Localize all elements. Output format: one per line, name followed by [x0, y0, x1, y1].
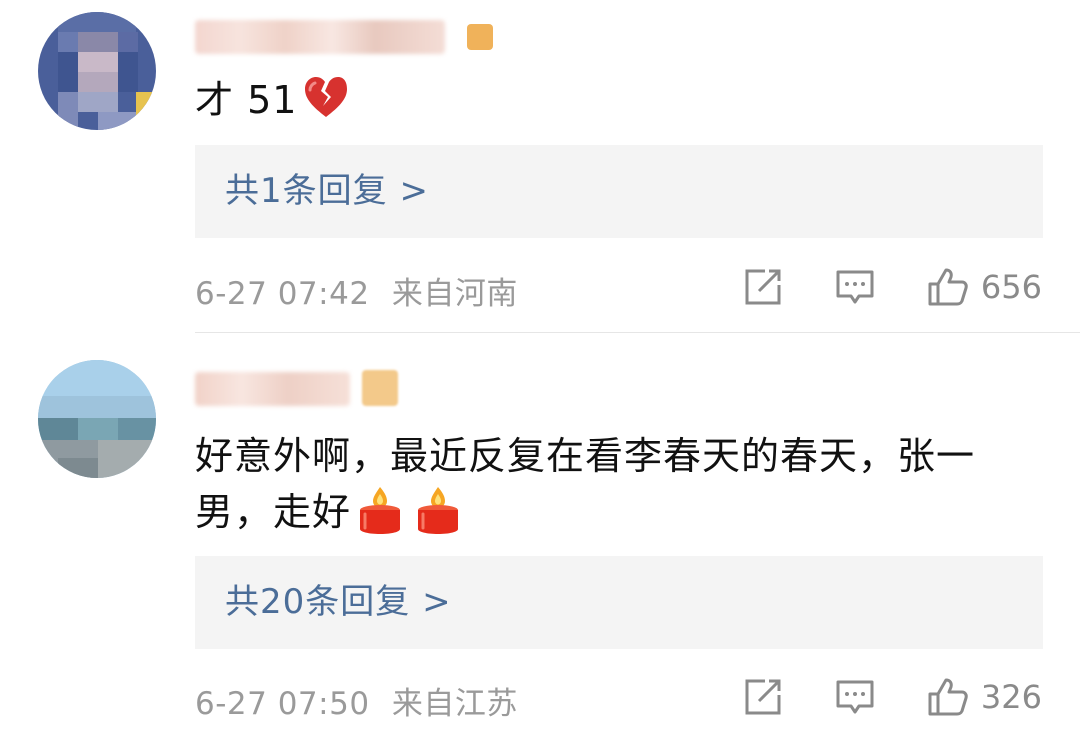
timestamp: 6-27 07:50: [195, 686, 370, 722]
thumbs-up-icon: [927, 267, 968, 307]
location: 来自河南: [391, 276, 518, 312]
like-button[interactable]: 656: [927, 267, 1042, 307]
vip-badge-icon: [467, 24, 493, 50]
vip-badge-icon: [362, 370, 398, 406]
comment-meta: 6-27 07:50 来自江苏: [195, 678, 518, 723]
reply-icon[interactable]: [835, 677, 875, 717]
comment-text: 才 51: [195, 72, 1045, 134]
avatar[interactable]: [38, 360, 156, 478]
view-replies-label: 共1条回复 >: [225, 171, 429, 211]
view-replies-label: 共20条回复 >: [225, 582, 452, 622]
username[interactable]: [195, 20, 445, 54]
candle-icon: [357, 485, 403, 550]
comment-meta: 6-27 07:42 来自河南: [195, 268, 518, 313]
thumbs-up-icon: [927, 677, 968, 717]
comment-actions: 326: [743, 677, 1042, 717]
location: 来自江苏: [391, 686, 518, 722]
reply-icon[interactable]: [835, 267, 875, 307]
username[interactable]: [195, 372, 350, 406]
candle-icon: [415, 485, 461, 550]
like-count: 656: [980, 268, 1042, 306]
divider: [195, 332, 1080, 333]
comment-item: 好意外啊，最近反复在看李春天的春天，张一 男，走好 共20条回复 > 6-27 …: [0, 334, 1080, 735]
comment-item: 才 51 共1条回复 > 6-27 07:42 来自河南 656: [0, 0, 1080, 333]
avatar[interactable]: [38, 12, 156, 130]
like-button[interactable]: 326: [927, 677, 1042, 717]
broken-heart-icon: [303, 75, 349, 134]
comment-text-body: 才 51: [195, 78, 298, 122]
like-count: 326: [980, 678, 1042, 716]
comment-text-line: 男，走好: [195, 490, 352, 534]
view-replies-button[interactable]: 共1条回复 >: [195, 145, 1043, 238]
timestamp: 6-27 07:42: [195, 276, 370, 312]
comment-text: 好意外啊，最近反复在看李春天的春天，张一 男，走好: [195, 428, 1045, 550]
share-icon[interactable]: [743, 267, 783, 307]
view-replies-button[interactable]: 共20条回复 >: [195, 556, 1043, 649]
share-icon[interactable]: [743, 677, 783, 717]
comment-actions: 656: [743, 267, 1042, 307]
comment-text-line: 好意外啊，最近反复在看李春天的春天，张一: [195, 434, 976, 478]
